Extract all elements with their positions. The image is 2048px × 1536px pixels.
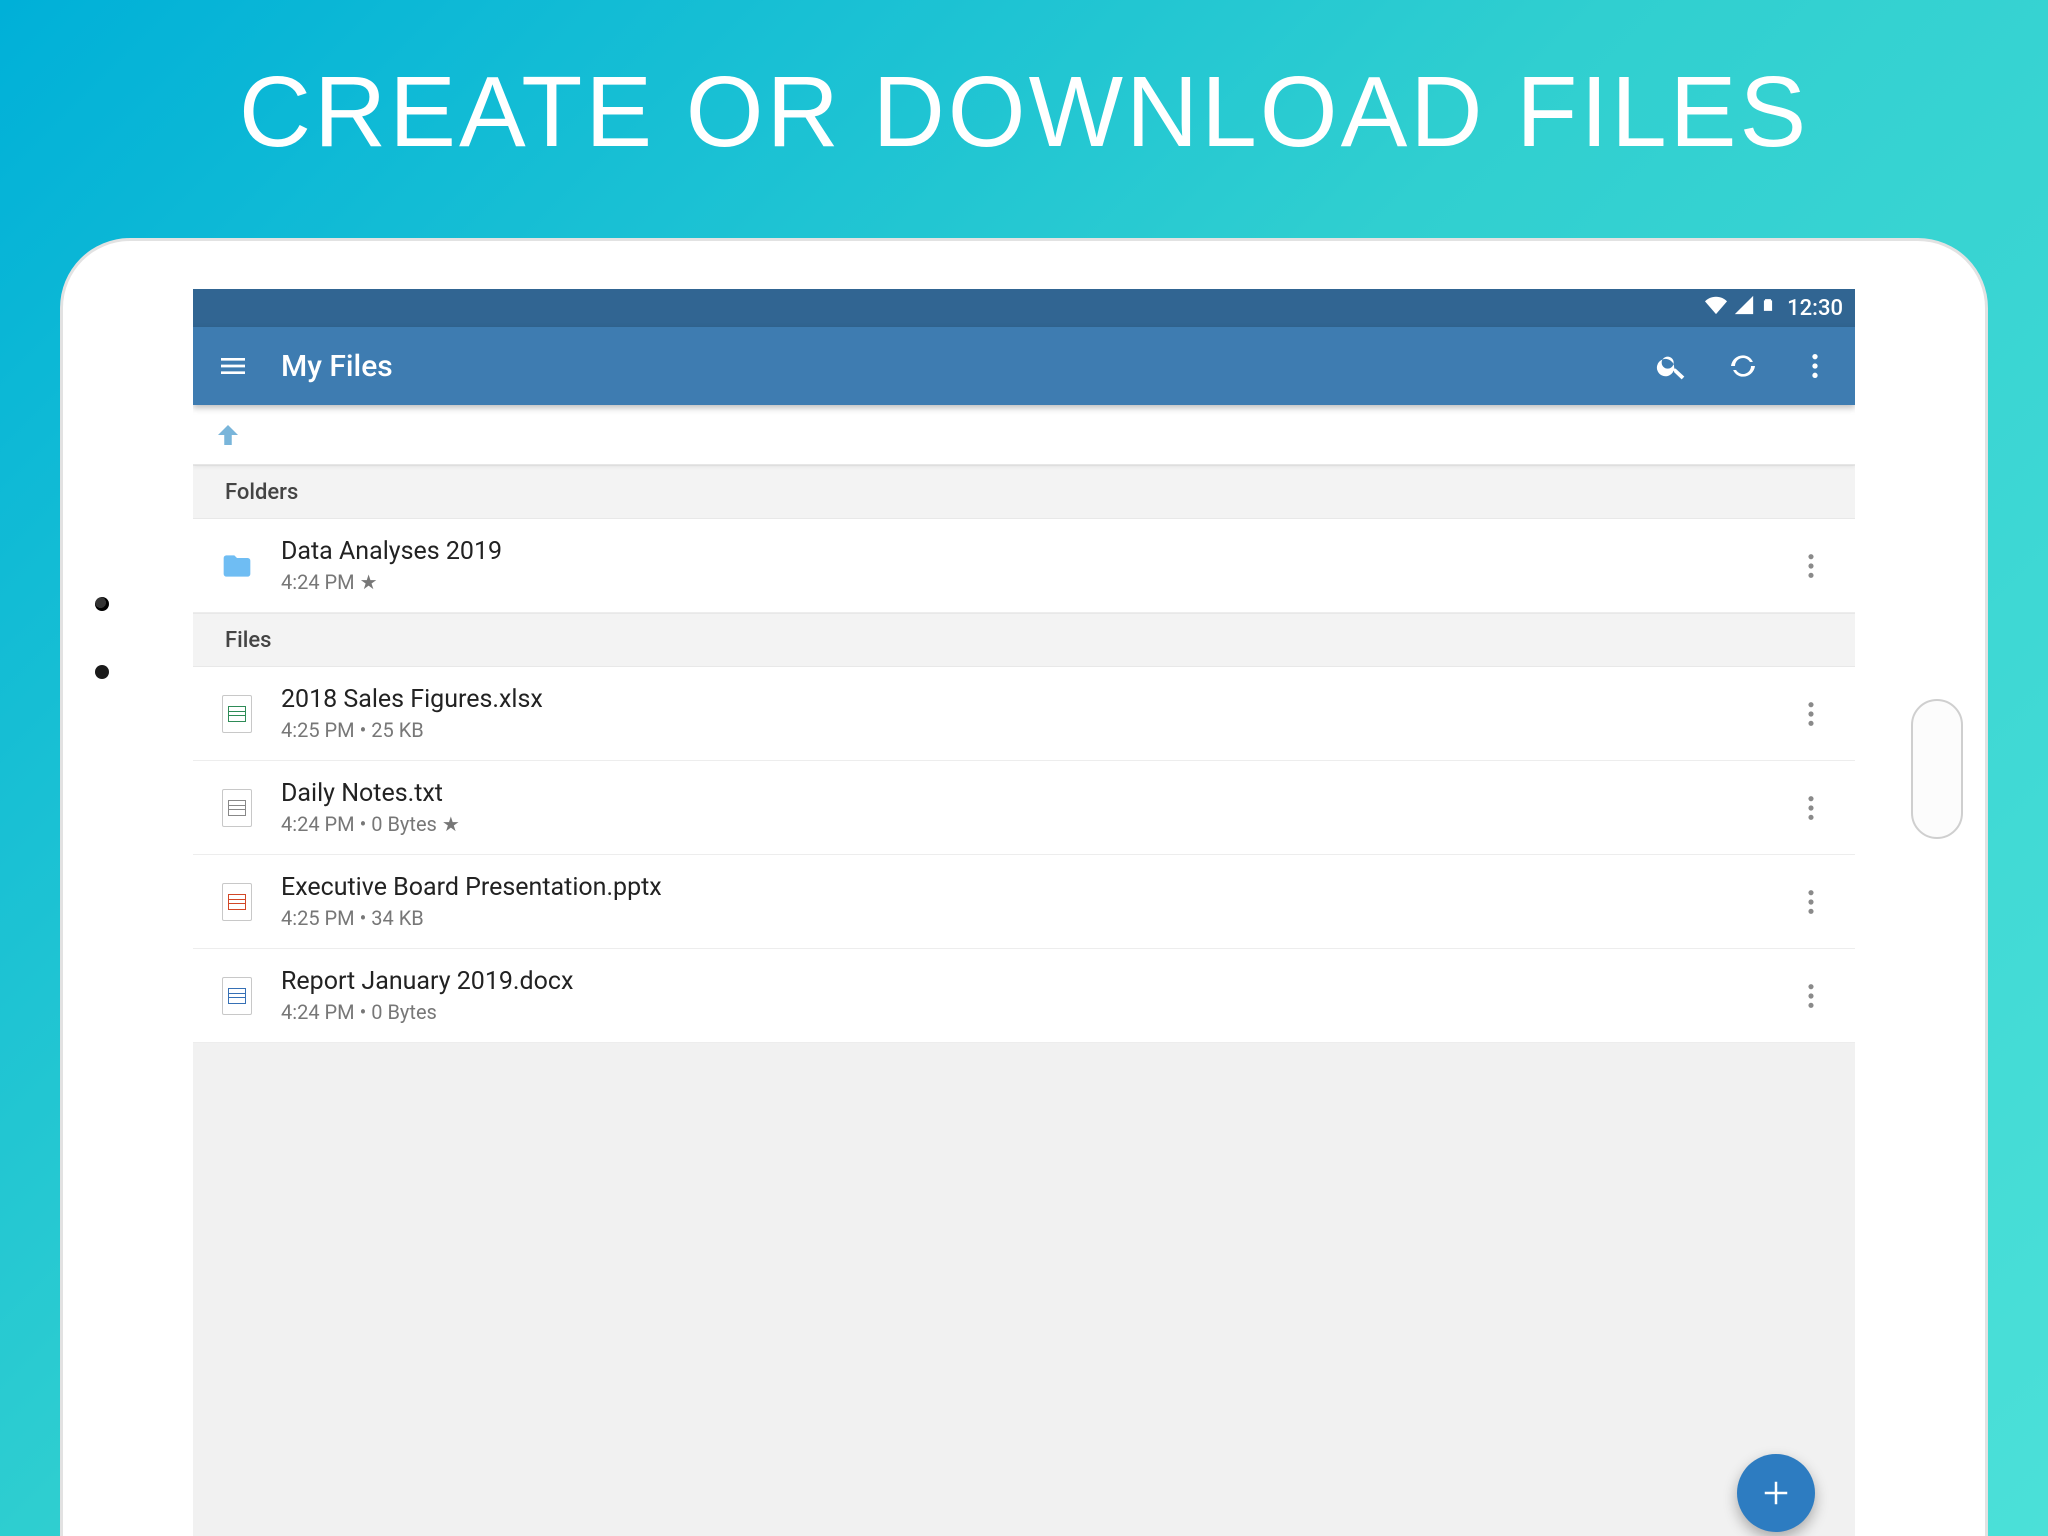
file-more-button[interactable] <box>1791 882 1831 922</box>
section-header-folders: Folders <box>193 465 1855 519</box>
more-vert-icon <box>1807 888 1815 916</box>
app-title: My Files <box>281 349 1623 384</box>
pptx-file-icon <box>217 880 257 924</box>
search-button[interactable] <box>1647 342 1695 390</box>
battery-icon <box>1761 294 1775 322</box>
xlsx-file-icon <box>217 692 257 736</box>
folder-name: Data Analyses 2019 <box>281 537 1767 566</box>
file-row[interactable]: Report January 2019.docx 4:24 PM • 0 Byt… <box>193 949 1855 1043</box>
more-vert-icon <box>1807 552 1815 580</box>
hamburger-icon <box>217 350 249 382</box>
file-row[interactable]: Executive Board Presentation.pptx 4:25 P… <box>193 855 1855 949</box>
more-vert-icon <box>1807 794 1815 822</box>
file-name: Report January 2019.docx <box>281 967 1767 996</box>
signal-icon <box>1733 294 1755 322</box>
tablet-screen: 12:30 My Files Folders <box>193 289 1855 1536</box>
folder-more-button[interactable] <box>1791 546 1831 586</box>
file-more-button[interactable] <box>1791 694 1831 734</box>
file-more-button[interactable] <box>1791 788 1831 828</box>
add-fab-button[interactable] <box>1737 1454 1815 1532</box>
navigate-up-button[interactable] <box>193 405 1855 465</box>
more-vert-icon <box>1799 350 1831 382</box>
more-vert-icon <box>1807 982 1815 1010</box>
tablet-frame: 12:30 My Files Folders <box>60 238 1988 1536</box>
folder-sub: 4:24 PM ★ <box>281 570 1767 594</box>
refresh-icon <box>1727 350 1759 382</box>
file-name: Executive Board Presentation.pptx <box>281 873 1767 902</box>
section-header-files: Files <box>193 613 1855 667</box>
folder-icon <box>217 544 257 588</box>
tablet-home-button[interactable] <box>1911 699 1963 839</box>
promo-headline: CREATE OR DOWNLOAD FILES <box>0 0 2048 170</box>
overflow-button[interactable] <box>1791 342 1839 390</box>
wifi-icon <box>1705 294 1727 322</box>
search-icon <box>1655 350 1687 382</box>
file-name: Daily Notes.txt <box>281 779 1767 808</box>
docx-file-icon <box>217 974 257 1018</box>
menu-button[interactable] <box>209 342 257 390</box>
folder-row[interactable]: Data Analyses 2019 4:24 PM ★ <box>193 519 1855 613</box>
file-row[interactable]: 2018 Sales Figures.xlsx 4:25 PM • 25 KB <box>193 667 1855 761</box>
txt-file-icon <box>217 786 257 830</box>
file-sub: 4:25 PM • 34 KB <box>281 906 1767 930</box>
status-bar: 12:30 <box>193 289 1855 327</box>
file-row[interactable]: Daily Notes.txt 4:24 PM • 0 Bytes ★ <box>193 761 1855 855</box>
file-name: 2018 Sales Figures.xlsx <box>281 685 1767 714</box>
file-more-button[interactable] <box>1791 976 1831 1016</box>
more-vert-icon <box>1807 700 1815 728</box>
plus-icon <box>1761 1478 1791 1508</box>
file-sub: 4:24 PM • 0 Bytes ★ <box>281 812 1767 836</box>
arrow-up-icon <box>213 420 243 450</box>
status-time: 12:30 <box>1787 296 1843 321</box>
app-bar: My Files <box>193 327 1855 405</box>
refresh-button[interactable] <box>1719 342 1767 390</box>
file-sub: 4:25 PM • 25 KB <box>281 718 1767 742</box>
file-sub: 4:24 PM • 0 Bytes <box>281 1000 1767 1024</box>
